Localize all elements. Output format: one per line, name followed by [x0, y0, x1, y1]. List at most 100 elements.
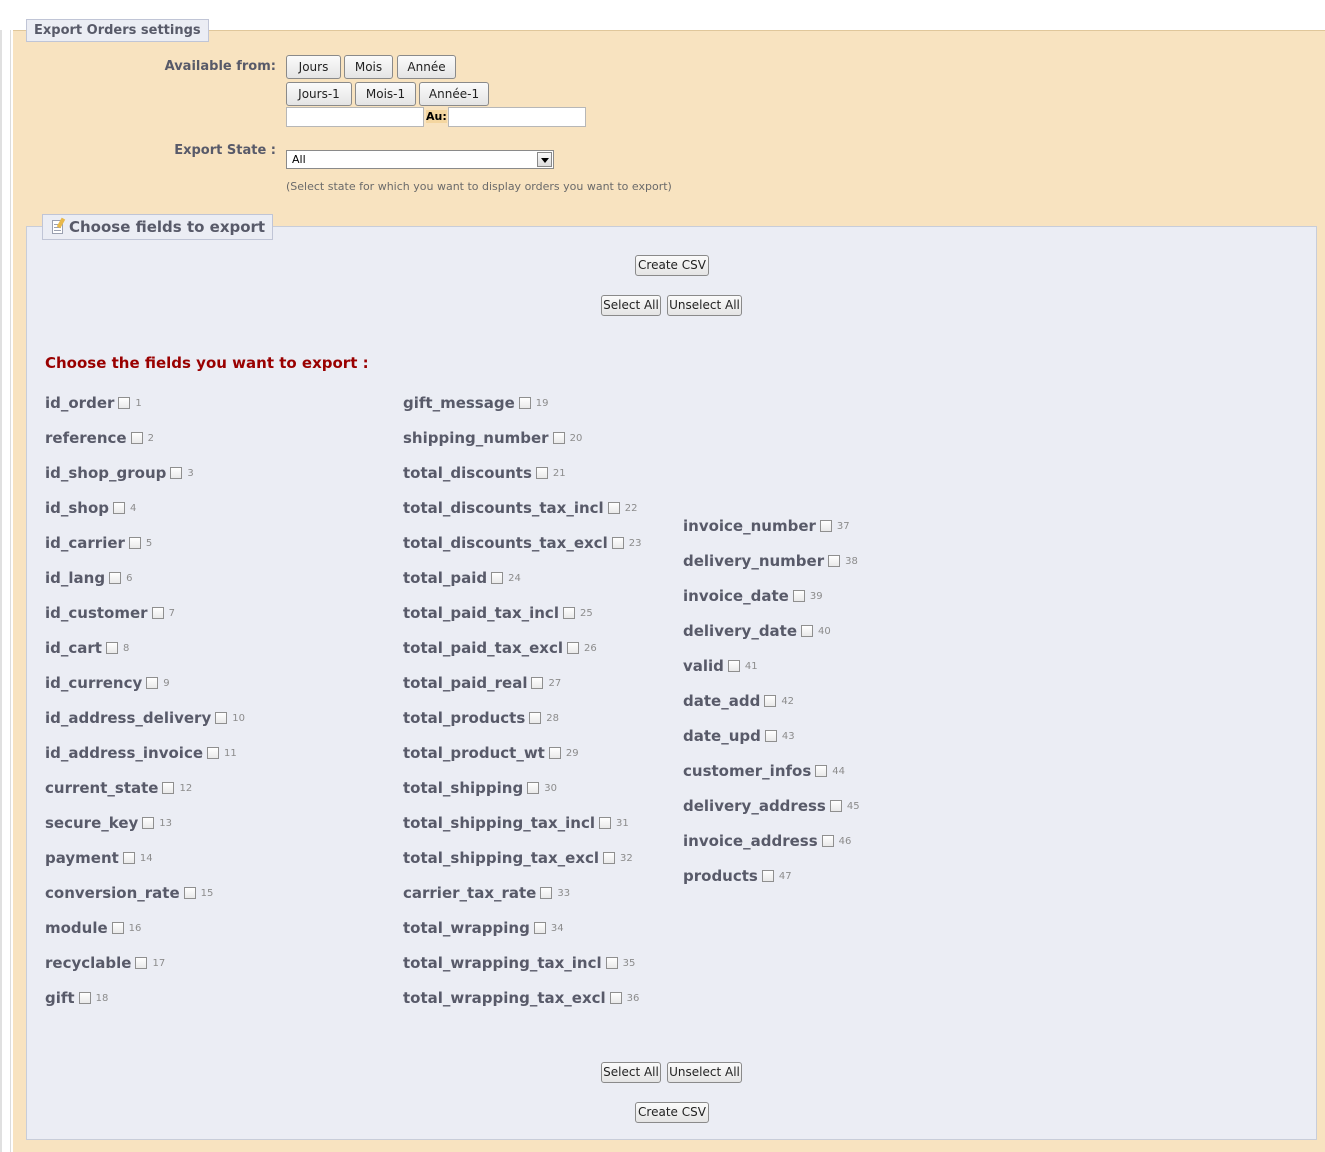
field-index: 20	[569, 432, 583, 444]
field-checkbox[interactable]	[142, 817, 155, 829]
field-checkbox[interactable]	[183, 887, 196, 899]
field-item-secure_key: secure_key 13	[45, 813, 172, 833]
field-checkbox[interactable]	[170, 467, 183, 479]
field-checkbox[interactable]	[764, 730, 777, 742]
unselect-all-button-bottom[interactable]: Unselect All	[667, 1062, 742, 1083]
field-checkbox[interactable]	[113, 502, 126, 514]
period-mois-1-button[interactable]: Mois-1	[355, 82, 416, 106]
field-label: recyclable	[45, 954, 132, 972]
period-mois-button[interactable]: Mois	[344, 55, 393, 79]
field-checkbox[interactable]	[552, 432, 565, 444]
field-checkbox[interactable]	[567, 642, 579, 654]
period-jours-button[interactable]: Jours	[286, 55, 341, 79]
field-index: 34	[550, 922, 564, 934]
field-index: 33	[557, 887, 571, 899]
export-state-help: (Select state for which you want to disp…	[286, 180, 672, 193]
field-checkbox[interactable]	[491, 572, 504, 584]
field-label: carrier_tax_rate	[403, 884, 537, 902]
field-checkbox[interactable]	[146, 677, 159, 689]
field-checkbox[interactable]	[215, 712, 228, 724]
period-annee-button[interactable]: Année	[397, 55, 456, 79]
field-checkbox[interactable]	[764, 695, 777, 707]
field-checkbox[interactable]	[792, 590, 805, 602]
field-label: total_wrapping	[403, 919, 530, 937]
field-item-total_shipping: total_shipping 30	[403, 778, 557, 798]
field-checkbox[interactable]	[533, 922, 546, 934]
export-state-select[interactable]: All	[286, 150, 554, 169]
field-index: 8	[122, 642, 130, 654]
field-checkbox[interactable]	[599, 817, 612, 829]
select-all-button-bottom[interactable]: Select All	[601, 1062, 661, 1083]
field-item-total_shipping_tax_incl: total_shipping_tax_incl 31	[403, 813, 629, 833]
field-checkbox[interactable]	[815, 765, 828, 777]
field-checkbox[interactable]	[605, 957, 618, 969]
create-csv-button-bottom[interactable]: Create CSV	[635, 1102, 709, 1123]
field-index: 45	[846, 800, 860, 812]
field-item-delivery_address: delivery_address 45	[683, 796, 860, 816]
field-checkbox[interactable]	[128, 537, 141, 549]
field-checkbox[interactable]	[548, 747, 561, 759]
field-checkbox[interactable]	[78, 992, 91, 1004]
field-checkbox[interactable]	[801, 625, 814, 637]
field-label: delivery_number	[683, 552, 825, 570]
field-item-total_product_wt: total_product_wt 29	[403, 743, 579, 763]
field-checkbox[interactable]	[727, 660, 740, 672]
field-checkbox[interactable]	[607, 502, 620, 514]
field-index: 7	[168, 607, 175, 619]
field-item-delivery_date: delivery_date 40	[683, 621, 831, 641]
field-checkbox[interactable]	[821, 835, 834, 847]
field-label: customer_infos	[683, 762, 812, 780]
field-checkbox[interactable]	[819, 520, 832, 532]
field-checkbox[interactable]	[609, 992, 622, 1004]
field-label: valid	[683, 657, 724, 675]
field-item-gift: gift 18	[45, 988, 108, 1008]
field-checkbox[interactable]	[829, 800, 842, 812]
field-checkbox[interactable]	[562, 607, 575, 619]
field-checkbox[interactable]	[529, 712, 542, 724]
field-item-recyclable: recyclable 17	[45, 953, 165, 973]
field-checkbox[interactable]	[118, 397, 131, 409]
select-all-button-top[interactable]: Select All	[601, 295, 661, 316]
field-index: 2	[147, 432, 154, 444]
field-item-total_products: total_products 28	[403, 708, 559, 728]
date-to-input[interactable]	[448, 107, 586, 127]
field-item-total_paid: total_paid 24	[403, 568, 521, 588]
field-checkbox[interactable]	[151, 607, 164, 619]
field-checkbox[interactable]	[761, 870, 774, 882]
date-from-input[interactable]	[286, 107, 424, 127]
field-checkbox[interactable]	[611, 537, 624, 549]
field-item-id_shop: id_shop 4	[45, 498, 136, 518]
field-index: 15	[200, 887, 214, 899]
field-checkbox[interactable]	[162, 782, 175, 794]
field-checkbox[interactable]	[527, 782, 540, 794]
field-checkbox[interactable]	[105, 642, 118, 654]
field-label: id_shop_group	[45, 464, 167, 482]
field-checkbox[interactable]	[122, 852, 135, 864]
period-jours-1-button[interactable]: Jours-1	[286, 82, 352, 106]
chevron-down-icon[interactable]	[537, 152, 552, 167]
field-checkbox[interactable]	[207, 747, 220, 759]
field-checkbox[interactable]	[111, 922, 124, 934]
field-checkbox[interactable]	[531, 677, 544, 689]
field-checkbox[interactable]	[535, 467, 548, 479]
create-csv-button-top[interactable]: Create CSV	[635, 255, 709, 276]
field-checkbox[interactable]	[603, 852, 616, 864]
field-checkbox[interactable]	[518, 397, 531, 409]
field-index: 23	[628, 537, 642, 549]
field-item-invoice_date: invoice_date 39	[683, 586, 823, 606]
field-item-total_paid_tax_excl: total_paid_tax_excl 26	[403, 638, 597, 658]
field-item-products: products 47	[683, 866, 792, 886]
field-checkbox[interactable]	[109, 572, 122, 584]
field-item-id_currency: id_currency 9	[45, 673, 170, 693]
field-index: 36	[626, 992, 640, 1004]
field-item-id_cart: id_cart 8	[45, 638, 129, 658]
field-index: 5	[145, 537, 153, 549]
unselect-all-button-top[interactable]: Unselect All	[667, 295, 742, 316]
field-checkbox[interactable]	[135, 957, 148, 969]
field-label: id_currency	[45, 674, 143, 692]
field-checkbox[interactable]	[828, 555, 841, 567]
period-annee-1-button[interactable]: Année-1	[419, 82, 489, 106]
field-checkbox[interactable]	[130, 432, 143, 444]
field-item-total_wrapping_tax_incl: total_wrapping_tax_incl 35	[403, 953, 635, 973]
field-checkbox[interactable]	[540, 887, 553, 899]
